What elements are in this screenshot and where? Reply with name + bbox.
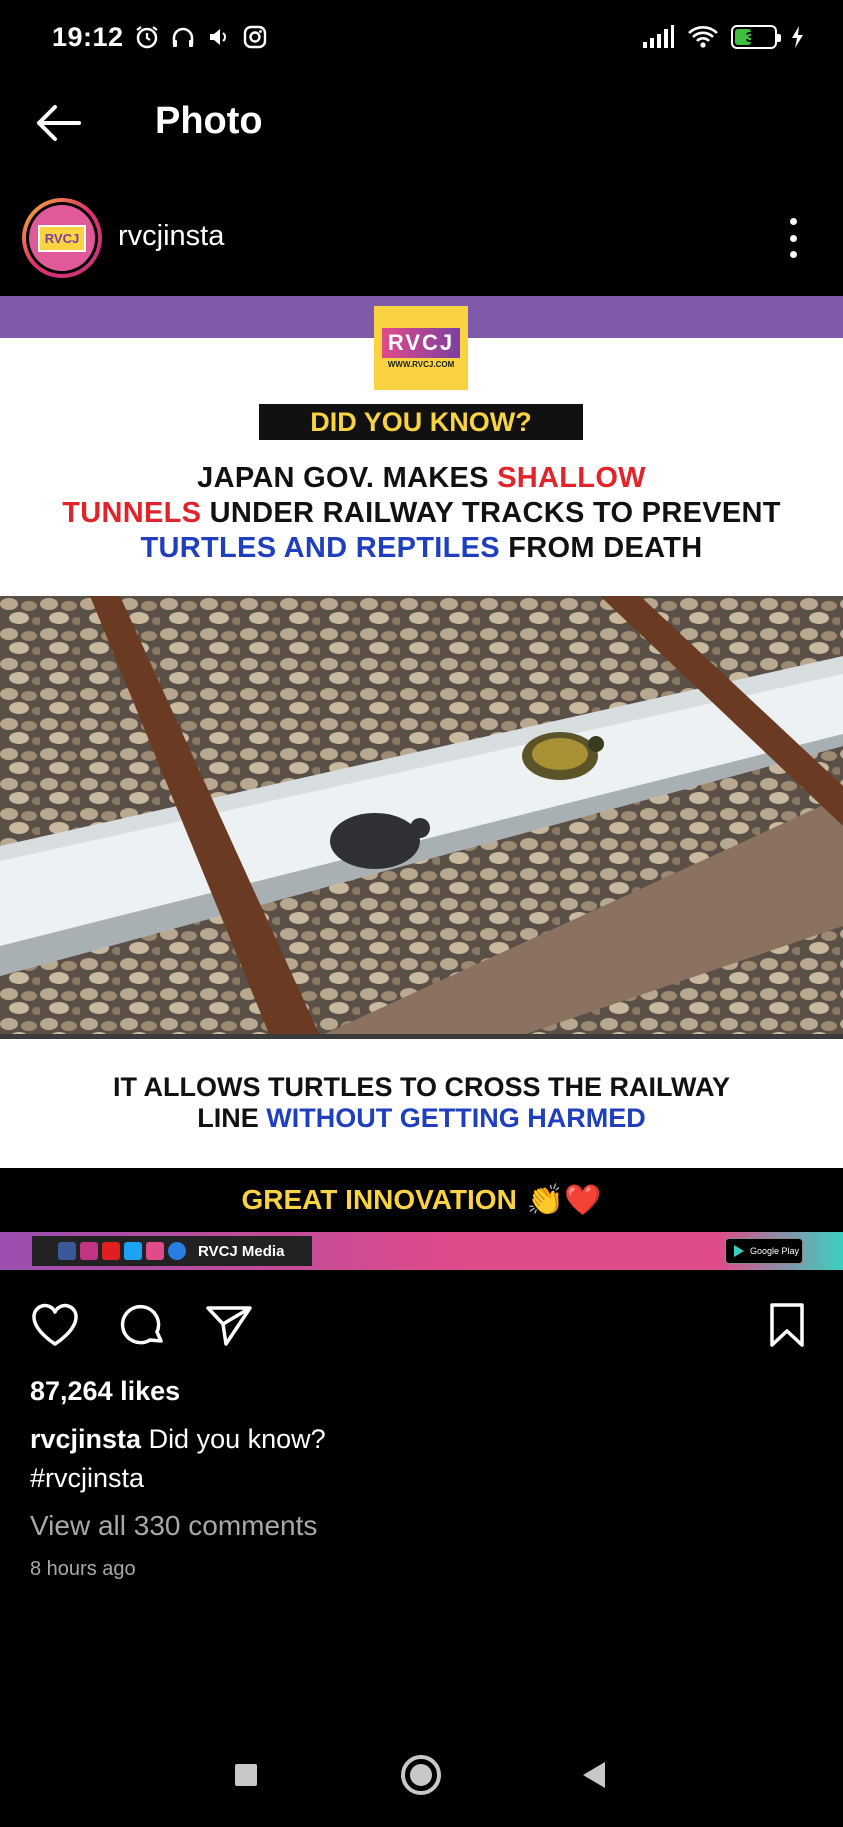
save-button[interactable] <box>760 1298 814 1352</box>
image-caption-highlight: WITHOUT GETTING HARMED <box>266 1103 646 1133</box>
caption-text: Did you know? <box>141 1424 326 1454</box>
caption-hashtag[interactable]: #rvcjinsta <box>30 1463 144 1493</box>
google-play-icon <box>734 1245 744 1257</box>
avatar-ring: RVCJ <box>26 202 98 274</box>
battery-level: 39 <box>745 28 763 46</box>
home-button[interactable] <box>391 1750 451 1800</box>
status-time: 19:12 <box>52 22 124 52</box>
innovation-banner: GREAT INNOVATION 👏❤️ <box>0 1168 843 1232</box>
more-dot <box>789 234 797 242</box>
square-icon <box>235 1764 257 1786</box>
image-caption-line2a: LINE <box>197 1103 267 1133</box>
social-label: RVCJ Media <box>198 1242 285 1260</box>
post-header: RVCJ rvcjinsta <box>0 198 843 282</box>
photo-illustration <box>0 596 843 1036</box>
charging-icon <box>792 26 803 48</box>
app-icon <box>146 1242 164 1260</box>
back-button[interactable] <box>30 98 86 148</box>
avatar[interactable]: RVCJ <box>22 198 102 278</box>
headline-highlight: TUNNELS <box>62 497 202 529</box>
avatar-image: RVCJ <box>29 205 95 271</box>
image-headline: JAPAN GOV. MAKES SHALLOW TUNNELS UNDER R… <box>0 461 843 566</box>
rvcj-url: WWW.RVCJ.COM <box>387 359 455 369</box>
volume-icon <box>210 29 226 45</box>
home-circle-icon <box>401 1755 441 1795</box>
recents-button[interactable] <box>216 1750 276 1800</box>
rvcj-logo: RVCJ <box>381 327 461 358</box>
headphones-icon <box>172 27 194 47</box>
youtube-icon <box>102 1242 120 1260</box>
view-comments-link[interactable]: View all 330 comments <box>30 1510 317 1542</box>
avatar-logo: RVCJ <box>37 224 87 252</box>
battery-indicator: 39 <box>731 25 781 49</box>
share-button[interactable] <box>202 1298 256 1352</box>
status-icons-left <box>134 24 268 50</box>
rvcj-badge: RVCJ WWW.RVCJ.COM <box>374 306 468 390</box>
signal-icon <box>643 25 674 48</box>
system-nav-bar <box>0 1740 843 1810</box>
did-you-know-text: DID YOU KNOW? <box>310 406 532 437</box>
instagram-icon <box>243 25 267 49</box>
alarm-icon <box>136 26 158 49</box>
post-caption: rvcjinsta Did you know? #rvcjinsta <box>30 1420 810 1498</box>
image-footer-band: RVCJ Media Google Play <box>0 1232 843 1270</box>
turtle-tunnel-photo <box>0 596 843 1036</box>
wifi-icon <box>688 26 718 48</box>
headline-highlight: TURTLES AND REPTILES <box>140 532 500 564</box>
play-icon <box>168 1242 186 1260</box>
facebook-icon <box>58 1242 76 1260</box>
headline-part: FROM DEATH <box>499 532 703 564</box>
image-caption: IT ALLOWS TURTLES TO CROSS THE RAILWAY L… <box>0 1072 843 1134</box>
battery-cap <box>777 34 781 42</box>
status-bar: 19:12 39 <box>0 0 843 78</box>
send-icon <box>206 1306 252 1346</box>
photo-divider <box>0 1034 843 1039</box>
post-actions <box>0 1298 843 1352</box>
page-title: Photo <box>155 100 263 142</box>
headline-part: JAPAN GOV. MAKES <box>197 462 498 494</box>
google-play-badge: Google Play <box>725 1238 803 1264</box>
more-vertical-icon <box>789 218 797 225</box>
google-play-text: Google Play <box>750 1246 800 1256</box>
more-dot <box>789 251 797 258</box>
twitter-icon <box>124 1242 142 1260</box>
did-you-know-banner: DID YOU KNOW? <box>259 404 583 440</box>
post-timestamp: 8 hours ago <box>30 1558 136 1580</box>
instagram-icon <box>80 1242 98 1260</box>
comment-icon <box>120 1304 163 1345</box>
headline-part: UNDER RAILWAY TRACKS TO PREVENT <box>201 497 781 529</box>
triangle-back-icon <box>583 1762 605 1788</box>
heart-icon <box>32 1303 78 1346</box>
social-links-strip: RVCJ Media <box>32 1236 312 1266</box>
post-image[interactable]: RVCJ WWW.RVCJ.COM DID YOU KNOW? JAPAN GO… <box>0 296 843 1270</box>
like-button[interactable] <box>28 1298 82 1352</box>
innovation-emoji: 👏❤️ <box>526 1183 602 1217</box>
innovation-text: GREAT INNOVATION <box>241 1184 517 1215</box>
likes-count[interactable]: 87,264 likes <box>30 1376 180 1407</box>
bookmark-icon <box>770 1303 804 1347</box>
status-icons-right: 39 <box>641 24 805 50</box>
comment-button[interactable] <box>116 1298 170 1352</box>
top-bar: Photo <box>0 90 843 154</box>
headline-highlight: SHALLOW <box>497 462 646 494</box>
arrow-left-icon <box>37 105 81 141</box>
image-caption-line1: IT ALLOWS TURTLES TO CROSS THE RAILWAY <box>112 1072 731 1102</box>
system-back-button[interactable] <box>564 1750 624 1800</box>
more-options-button[interactable] <box>783 218 803 258</box>
caption-username[interactable]: rvcjinsta <box>30 1424 141 1454</box>
post-username[interactable]: rvcjinsta <box>118 220 224 253</box>
